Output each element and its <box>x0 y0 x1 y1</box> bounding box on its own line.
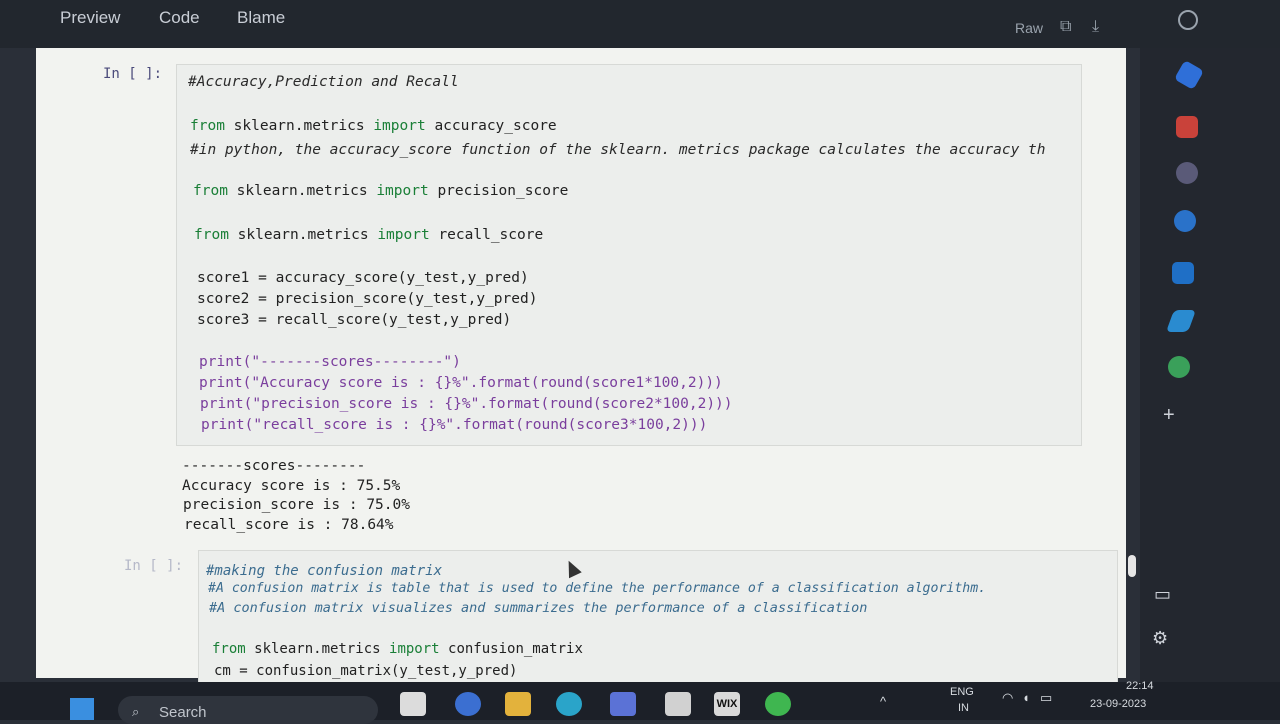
download-icon[interactable]: ⤓ <box>1092 18 1099 36</box>
code-line: from sklearn.metrics import confusion_ma… <box>212 641 583 657</box>
settings-icon[interactable]: ⚙ <box>1152 628 1168 649</box>
code-line: #A confusion matrix visualizes and summa… <box>209 600 868 616</box>
chat-icon[interactable] <box>455 692 481 716</box>
code-line: #making the confusion matrix <box>206 563 443 579</box>
code-line: print("precision_score is : {}%".format(… <box>200 396 733 412</box>
file-explorer-icon[interactable] <box>505 692 531 716</box>
clock-time[interactable]: 22:14 <box>1126 680 1154 692</box>
taskview-icon[interactable] <box>400 692 426 716</box>
app-icon[interactable] <box>610 692 636 716</box>
code-line: score1 = accuracy_score(y_test,y_pred) <box>197 270 529 286</box>
copy-icon[interactable]: ⧉ <box>1060 18 1071 36</box>
split-screen-icon[interactable]: ▭ <box>1154 584 1171 605</box>
battery-icon[interactable]: ▭ <box>1040 690 1052 706</box>
volume-icon[interactable]: ◖ <box>1022 690 1030 705</box>
language-top[interactable]: ENG <box>950 686 974 698</box>
code-line: print("Accuracy score is : {}%".format(r… <box>199 375 723 391</box>
search-icon: ⌕ <box>132 704 140 719</box>
code-line: cm = confusion_matrix(y_test,y_pred) <box>214 663 518 679</box>
store-icon[interactable] <box>665 692 691 716</box>
briefcase-icon[interactable] <box>1176 116 1198 138</box>
code-line: #A confusion matrix is table that is use… <box>208 581 987 596</box>
code-line: from sklearn.metrics import recall_score <box>194 227 544 243</box>
edge-icon[interactable] <box>556 692 582 716</box>
tab-preview[interactable]: Preview <box>60 8 120 28</box>
whatsapp-icon[interactable] <box>765 692 791 716</box>
code-line: from sklearn.metrics import accuracy_sco… <box>190 118 557 134</box>
output-line: precision_score is : 75.0% <box>183 497 410 513</box>
search-label: Search <box>159 704 207 721</box>
start-icon[interactable] <box>70 698 94 720</box>
scrollbar-thumb[interactable] <box>1128 555 1136 577</box>
code-line: score3 = recall_score(y_test,y_pred) <box>197 312 512 328</box>
output-line: recall_score is : 78.64% <box>184 517 394 533</box>
tab-code[interactable]: Code <box>159 8 200 28</box>
code-line: print("recall_score is : {}%".format(rou… <box>201 417 708 433</box>
output-line: -------scores-------- <box>182 458 366 474</box>
code-line: #in python, the accuracy_score function … <box>190 142 1046 158</box>
wix-icon[interactable]: WIX <box>714 692 740 716</box>
code-line: #Accuracy,Prediction and Recall <box>188 74 459 90</box>
outlook-icon[interactable] <box>1172 262 1194 284</box>
copilot-icon[interactable] <box>1174 210 1196 232</box>
wifi-icon[interactable]: ◠ <box>1002 690 1013 706</box>
code-line: from sklearn.metrics import precision_sc… <box>193 183 569 199</box>
raw-button[interactable]: Raw <box>1015 20 1043 36</box>
tab-blame[interactable]: Blame <box>237 8 285 28</box>
tree-icon[interactable] <box>1168 356 1190 378</box>
code-line: print("-------scores--------") <box>199 354 461 370</box>
output-line: Accuracy score is : 75.5% <box>182 478 401 494</box>
games-icon[interactable] <box>1176 162 1198 184</box>
cell-prompt: In [ ]: <box>124 558 184 574</box>
cell-prompt: In [ ]: <box>103 66 163 82</box>
language-bottom[interactable]: IN <box>958 702 969 714</box>
code-line: score2 = precision_score(y_test,y_pred) <box>197 291 538 307</box>
chevron-up-icon[interactable]: ^ <box>880 694 886 709</box>
add-icon[interactable]: + <box>1163 404 1175 427</box>
clock-date[interactable]: 23-09-2023 <box>1090 698 1146 710</box>
search-icon[interactable] <box>1178 10 1198 30</box>
